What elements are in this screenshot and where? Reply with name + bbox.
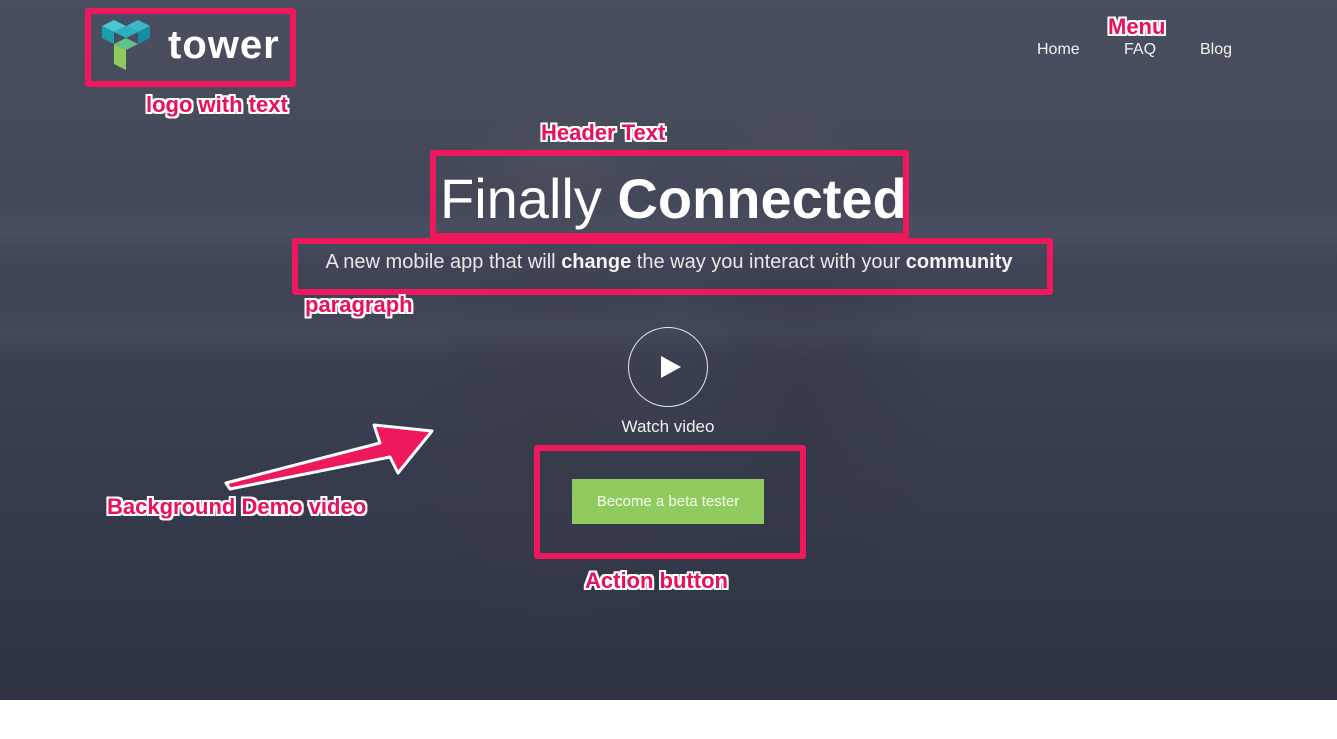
annotation-box-paragraph (292, 238, 1053, 295)
play-icon (660, 356, 681, 378)
annotation-label-background: Background Demo video (107, 494, 367, 519)
nav-item-blog[interactable]: Blog (1200, 41, 1232, 59)
annotation-label-action: Action button (585, 568, 728, 593)
annotation-label-paragraph: paragraph (305, 292, 413, 317)
nav-item-faq[interactable]: FAQ (1124, 41, 1156, 59)
annotation-box-header (430, 150, 909, 239)
annotation-label-logo: logo with text (146, 92, 288, 117)
annotation-box-action (534, 445, 806, 559)
watch-video-label[interactable]: Watch video (568, 417, 768, 437)
nav-item-home[interactable]: Home (1037, 41, 1080, 59)
annotation-label-menu: Menu (1108, 14, 1166, 39)
annotation-arrow-icon (224, 423, 434, 491)
annotation-label-header: Header Text (541, 120, 666, 145)
annotation-box-logo (85, 8, 296, 87)
play-video-button[interactable] (628, 327, 708, 407)
